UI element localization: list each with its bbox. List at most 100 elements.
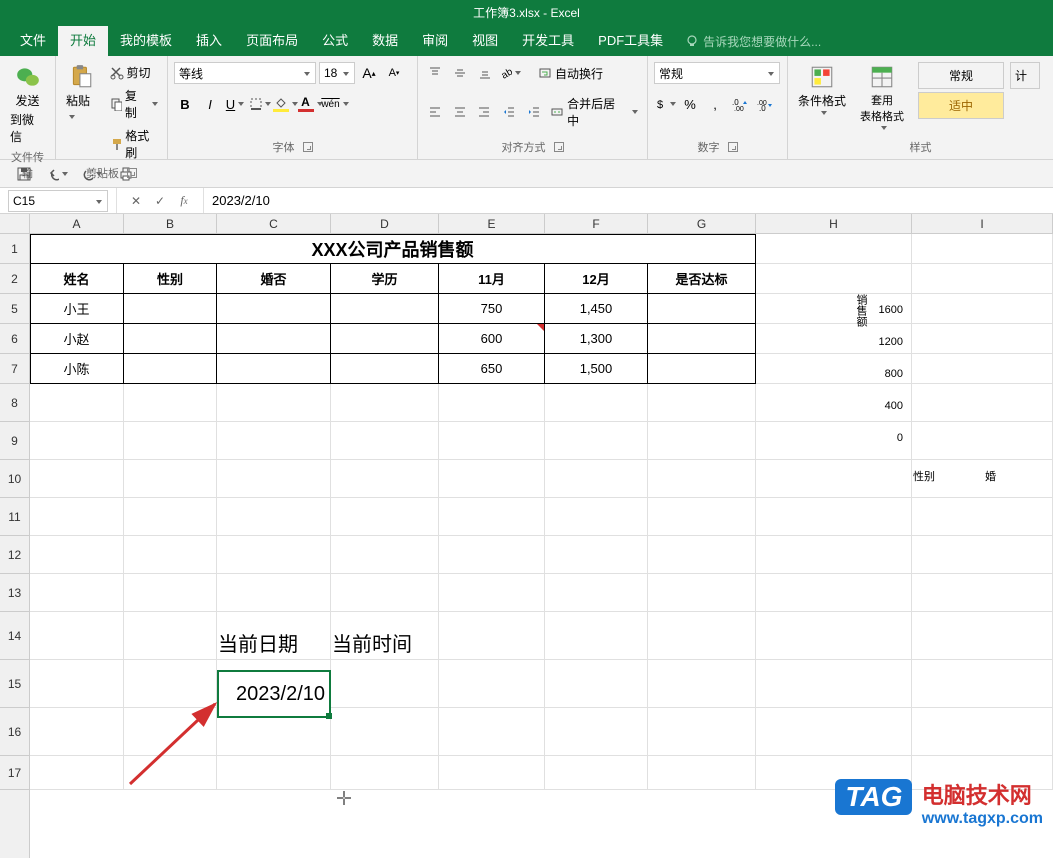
fill-color-button[interactable]	[274, 93, 296, 115]
row-header-12[interactable]: 12	[0, 536, 29, 574]
shrink-font-button[interactable]: A▾	[383, 62, 405, 84]
comment-indicator[interactable]	[537, 324, 544, 331]
merge-center-button[interactable]: 合并后居中	[547, 93, 641, 131]
table-cell[interactable]	[217, 324, 331, 354]
phonetic-button[interactable]: wén	[324, 93, 346, 115]
format-as-table-button[interactable]: 套用 表格格式	[856, 62, 908, 132]
tab-home[interactable]: 开始	[58, 26, 108, 56]
table-cell[interactable]: 12月	[545, 264, 648, 294]
cell-d14[interactable]: 当前时间	[332, 628, 438, 657]
number-format-select[interactable]: 常规	[654, 62, 780, 84]
number-dialog-launcher[interactable]	[728, 142, 738, 152]
align-top-button[interactable]	[424, 62, 446, 84]
cut-button[interactable]: 剪切	[107, 62, 162, 83]
table-cell[interactable]	[217, 294, 331, 324]
percent-button[interactable]: %	[679, 93, 701, 115]
table-cell[interactable]: 1,450	[545, 294, 648, 324]
table-cell[interactable]: XXX公司产品销售额	[30, 234, 756, 264]
row-header-1[interactable]: 1	[0, 234, 29, 264]
currency-button[interactable]: $	[654, 93, 676, 115]
row-header-13[interactable]: 13	[0, 574, 29, 612]
col-header-I[interactable]: I	[912, 214, 1053, 233]
row-header-2[interactable]: 2	[0, 264, 29, 294]
table-cell[interactable]: 小赵	[30, 324, 124, 354]
send-to-wechat-button[interactable]: 发送 到微信	[6, 62, 49, 147]
table-cell[interactable]	[124, 354, 217, 384]
cancel-formula-button[interactable]: ✕	[127, 192, 145, 210]
table-cell[interactable]: 婚否	[217, 264, 331, 294]
align-bottom-button[interactable]	[474, 62, 496, 84]
table-cell[interactable]: 小陈	[30, 354, 124, 384]
save-button[interactable]	[14, 164, 34, 184]
cell-style-neutral[interactable]: 适中	[918, 92, 1004, 119]
table-cell[interactable]	[124, 324, 217, 354]
align-middle-button[interactable]	[449, 62, 471, 84]
table-cell[interactable]: 是否达标	[648, 264, 756, 294]
name-box[interactable]: C15	[8, 190, 108, 212]
col-header-F[interactable]: F	[545, 214, 648, 233]
table-cell[interactable]	[124, 294, 217, 324]
table-cell[interactable]: 11月	[439, 264, 545, 294]
table-cell[interactable]: 600	[439, 324, 545, 354]
table-cell[interactable]: 小王	[30, 294, 124, 324]
bold-button[interactable]: B	[174, 93, 196, 115]
undo-button[interactable]	[48, 164, 68, 184]
conditional-format-button[interactable]: 条件格式	[794, 62, 850, 117]
select-all-corner[interactable]	[0, 214, 30, 234]
table-cell[interactable]: 学历	[331, 264, 439, 294]
decrease-indent-button[interactable]	[498, 101, 520, 123]
tab-templates[interactable]: 我的模板	[108, 26, 184, 56]
row-header-10[interactable]: 10	[0, 460, 29, 498]
formula-input[interactable]: 2023/2/10	[203, 188, 1053, 213]
wrap-text-button[interactable]: 自动换行	[535, 63, 606, 84]
tab-data[interactable]: 数据	[360, 26, 410, 56]
tab-insert[interactable]: 插入	[184, 26, 234, 56]
fill-handle[interactable]	[326, 713, 332, 719]
comma-button[interactable]: ,	[704, 93, 726, 115]
row-header-15[interactable]: 15	[0, 660, 29, 708]
underline-button[interactable]: U	[224, 93, 246, 115]
tab-layout[interactable]: 页面布局	[234, 26, 310, 56]
tell-me-box[interactable]: 告诉我您想要做什么...	[685, 33, 821, 50]
table-cell[interactable]	[648, 324, 756, 354]
border-button[interactable]	[249, 93, 271, 115]
tab-dev[interactable]: 开发工具	[510, 26, 586, 56]
align-center-button[interactable]	[449, 101, 471, 123]
font-color-button[interactable]: A	[299, 93, 321, 115]
decrease-decimal-button[interactable]: .00.0	[754, 93, 776, 115]
tab-file[interactable]: 文件	[8, 26, 58, 56]
table-cell[interactable]: 1,300	[545, 324, 648, 354]
align-right-button[interactable]	[473, 101, 495, 123]
insert-function-button[interactable]: fx	[175, 192, 193, 210]
col-header-G[interactable]: G	[648, 214, 756, 233]
table-cell[interactable]: 650	[439, 354, 545, 384]
table-cell[interactable]: 1,500	[545, 354, 648, 384]
row-header-6[interactable]: 6	[0, 324, 29, 354]
cell-style-normal[interactable]: 常规	[918, 62, 1004, 89]
row-header-7[interactable]: 7	[0, 354, 29, 384]
cell-style-calc[interactable]: 计	[1010, 62, 1040, 89]
cell-c15-selected[interactable]: 2023/2/10	[217, 670, 331, 718]
row-header-16[interactable]: 16	[0, 708, 29, 756]
paste-button[interactable]: 粘贴	[62, 62, 101, 125]
font-dialog-launcher[interactable]	[303, 142, 313, 152]
col-header-C[interactable]: C	[217, 214, 331, 233]
col-header-H[interactable]: H	[756, 214, 912, 233]
col-header-A[interactable]: A	[30, 214, 124, 233]
cell-c14[interactable]: 当前日期	[218, 628, 330, 657]
grow-font-button[interactable]: A▴	[358, 62, 380, 84]
align-left-button[interactable]	[424, 101, 446, 123]
tab-view[interactable]: 视图	[460, 26, 510, 56]
col-header-B[interactable]: B	[124, 214, 217, 233]
row-header-5[interactable]: 5	[0, 294, 29, 324]
font-name-select[interactable]: 等线	[174, 62, 316, 84]
format-painter-button[interactable]: 格式刷	[107, 125, 162, 163]
table-cell[interactable]: 姓名	[30, 264, 124, 294]
table-cell[interactable]	[331, 354, 439, 384]
table-cell[interactable]	[331, 324, 439, 354]
orientation-button[interactable]: ab	[499, 62, 521, 84]
table-cell[interactable]	[331, 294, 439, 324]
tab-review[interactable]: 审阅	[410, 26, 460, 56]
row-header-17[interactable]: 17	[0, 756, 29, 790]
redo-button[interactable]	[82, 164, 102, 184]
